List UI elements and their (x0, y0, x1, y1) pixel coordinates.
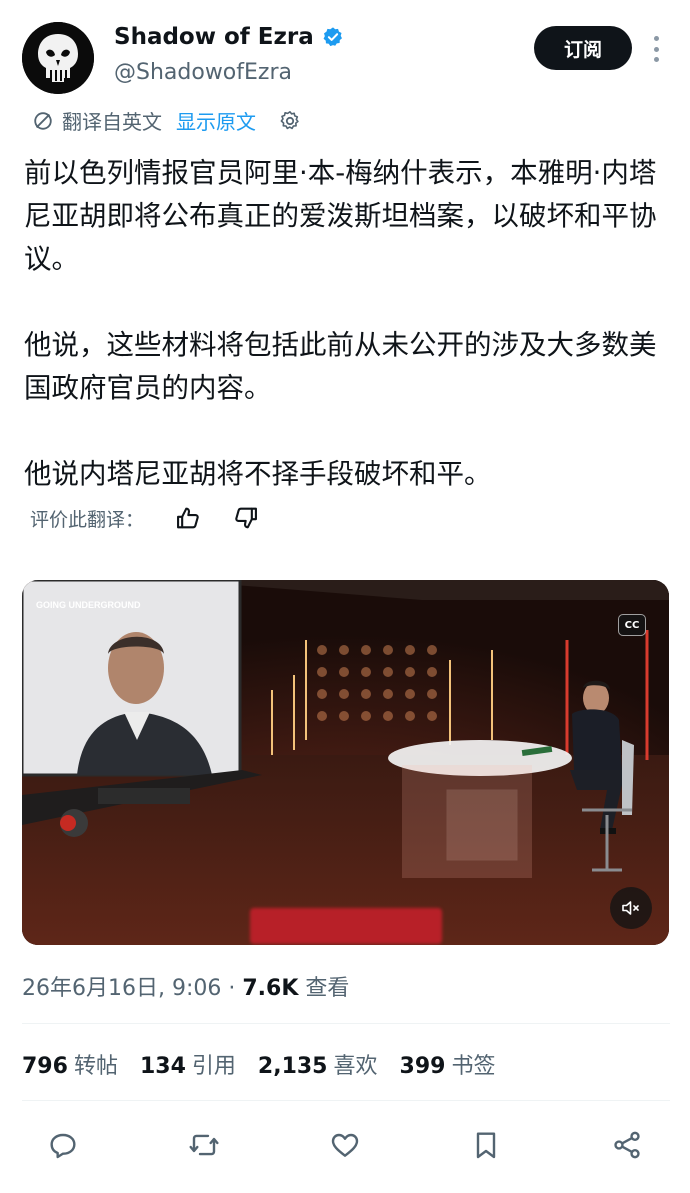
views-count: 7.6K (242, 976, 299, 1001)
translate-icon (34, 111, 52, 130)
punisher-skull-logo (22, 22, 94, 94)
rate-translation-row: 评价此翻译： (30, 504, 260, 532)
views-label: 查看 (298, 976, 350, 1001)
video-frame: GOING UNDERGROUND (22, 580, 669, 945)
tweet-text: 前以色列情报官员阿里·本-梅纳什表示，本雅明·内塔尼亚胡即将公布真正的爱泼斯坦档… (24, 152, 664, 496)
subscribe-button[interactable]: 订阅 (534, 26, 632, 70)
avatar[interactable] (22, 22, 94, 94)
bookmarks-stat[interactable]: 399 书签 (400, 1048, 496, 1080)
handle[interactable]: @ShadowofEzra (114, 60, 292, 85)
timestamp[interactable]: 26年6月16日, 9:06 · (22, 976, 242, 1001)
gear-icon[interactable] (278, 109, 302, 133)
verified-badge-icon (323, 27, 342, 47)
like-button[interactable] (322, 1122, 368, 1168)
likes-stat[interactable]: 2,135 喜欢 (258, 1048, 378, 1080)
tweet-paragraph: 他说，这些材料将包括此前从未公开的涉及大多数美国政府官员的内容。 (24, 329, 657, 404)
rate-translation-label: 评价此翻译： (30, 508, 145, 531)
tweet-paragraph: 前以色列情报官员阿里·本-梅纳什表示，本雅明·内塔尼亚胡即将公布真正的爱泼斯坦档… (24, 157, 657, 275)
captions-button[interactable]: CC (618, 614, 646, 636)
thumb-down-icon[interactable] (232, 504, 260, 532)
engagement-stats: 796 转帖 134 引用 2,135 喜欢 399 书签 (22, 1048, 517, 1080)
thumb-up-icon[interactable] (174, 504, 202, 532)
show-original-link[interactable]: 显示原文 (176, 106, 256, 135)
obscured-caption (250, 908, 442, 944)
reply-icon (50, 1133, 76, 1159)
repost-button[interactable] (181, 1122, 227, 1168)
video-player[interactable]: GOING UNDERGROUND CC (22, 580, 669, 945)
divider (22, 1023, 670, 1024)
tweet-header: Shadow of Ezra @ShadowofEzra 订阅 (20, 18, 670, 98)
quotes-stat[interactable]: 134 引用 (140, 1048, 236, 1080)
repost-icon (189, 1134, 219, 1156)
tweet-paragraph: 他说内塔尼亚胡将不择手段破坏和平。 (24, 458, 492, 490)
action-bar (40, 1122, 650, 1168)
bookmark-button[interactable] (463, 1122, 509, 1168)
translation-row: 翻译自英文 显示原文 (32, 106, 302, 135)
reposts-stat[interactable]: 796 转帖 (22, 1048, 118, 1080)
share-button[interactable] (604, 1122, 650, 1168)
like-icon (331, 1133, 359, 1157)
divider (22, 1100, 670, 1101)
more-options-icon[interactable] (646, 32, 666, 66)
bookmark-icon (476, 1132, 496, 1159)
watermark: GOING UNDERGROUND (36, 600, 141, 610)
share-icon (614, 1131, 640, 1159)
name-row: Shadow of Ezra (114, 24, 344, 50)
tweet-meta: 26年6月16日, 9:06 · 7.6K 查看 (22, 970, 349, 1002)
display-name[interactable]: Shadow of Ezra (114, 24, 314, 50)
mute-icon (622, 901, 639, 915)
mute-button[interactable] (610, 887, 652, 929)
reply-button[interactable] (40, 1122, 86, 1168)
translated-from-label: 翻译自英文 (62, 110, 162, 134)
